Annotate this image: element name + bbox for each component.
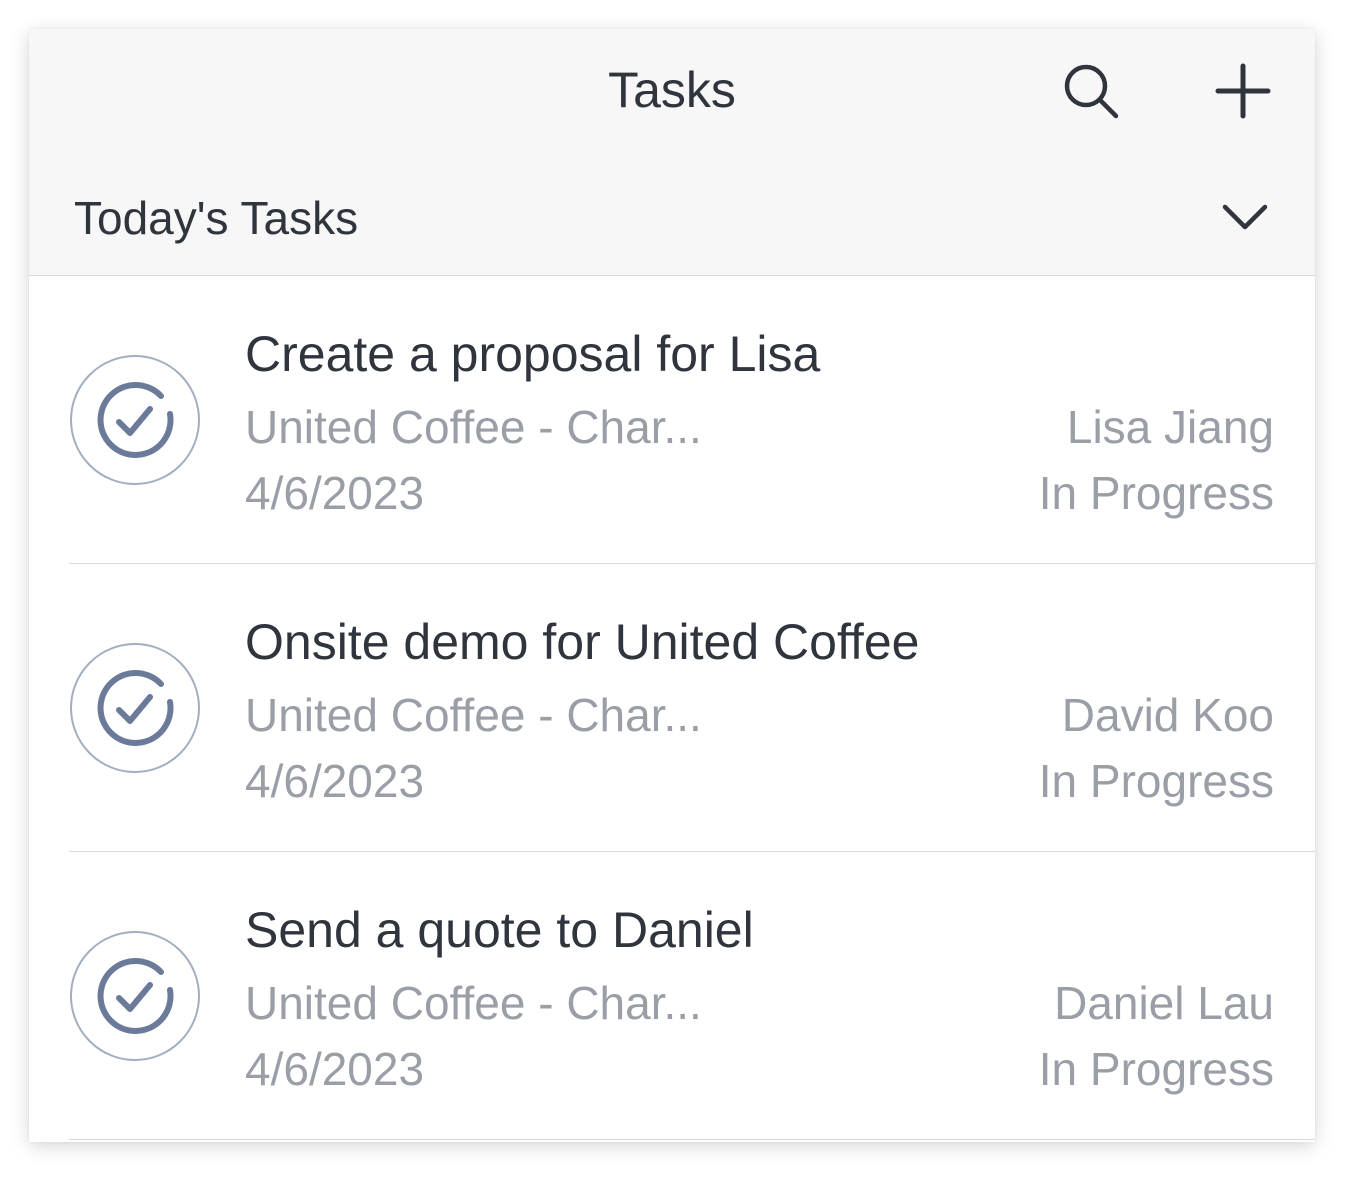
task-due-date: 4/6/2023 <box>245 1043 425 1095</box>
task-status: In Progress <box>1038 755 1274 807</box>
task-title: Send a quote to Daniel <box>245 902 754 958</box>
task-status: In Progress <box>1038 467 1274 519</box>
task-assignee: Lisa Jiang <box>1066 401 1274 453</box>
task-status: In Progress <box>1038 1043 1274 1095</box>
task-check-icon[interactable] <box>69 930 201 1062</box>
chevron-down-icon <box>1222 204 1268 230</box>
plus-icon <box>1215 63 1271 119</box>
task-related-account: United Coffee - Char... <box>245 977 702 1029</box>
task-title: Onsite demo for United Coffee <box>245 614 920 670</box>
task-assignee: David Koo <box>1061 689 1274 741</box>
add-task-button[interactable] <box>1209 59 1277 123</box>
list-view-selector[interactable]: Today's Tasks <box>29 179 1315 259</box>
task-row[interactable]: Create a proposal for Lisa United Coffee… <box>29 276 1315 564</box>
header-bar: Tasks Today's Tasks <box>29 29 1315 276</box>
task-title: Create a proposal for Lisa <box>245 326 821 382</box>
task-check-icon[interactable] <box>69 354 201 486</box>
task-assignee: Daniel Lau <box>1054 977 1274 1029</box>
task-row[interactable]: Send a quote to Daniel United Coffee - C… <box>29 852 1315 1140</box>
list-view-label: Today's Tasks <box>74 192 359 244</box>
task-check-icon[interactable] <box>69 642 201 774</box>
row-divider <box>69 1139 1315 1140</box>
task-list: Create a proposal for Lisa United Coffee… <box>29 276 1315 1140</box>
task-related-account: United Coffee - Char... <box>245 689 702 741</box>
task-due-date: 4/6/2023 <box>245 467 425 519</box>
task-row[interactable]: Onsite demo for United Coffee United Cof… <box>29 564 1315 852</box>
search-button[interactable] <box>1057 59 1125 123</box>
task-due-date: 4/6/2023 <box>245 755 425 807</box>
tasks-panel: Tasks Today's Tasks Create a proposal fo… <box>29 29 1315 1142</box>
task-related-account: United Coffee - Char... <box>245 401 702 453</box>
search-icon <box>1064 64 1119 119</box>
